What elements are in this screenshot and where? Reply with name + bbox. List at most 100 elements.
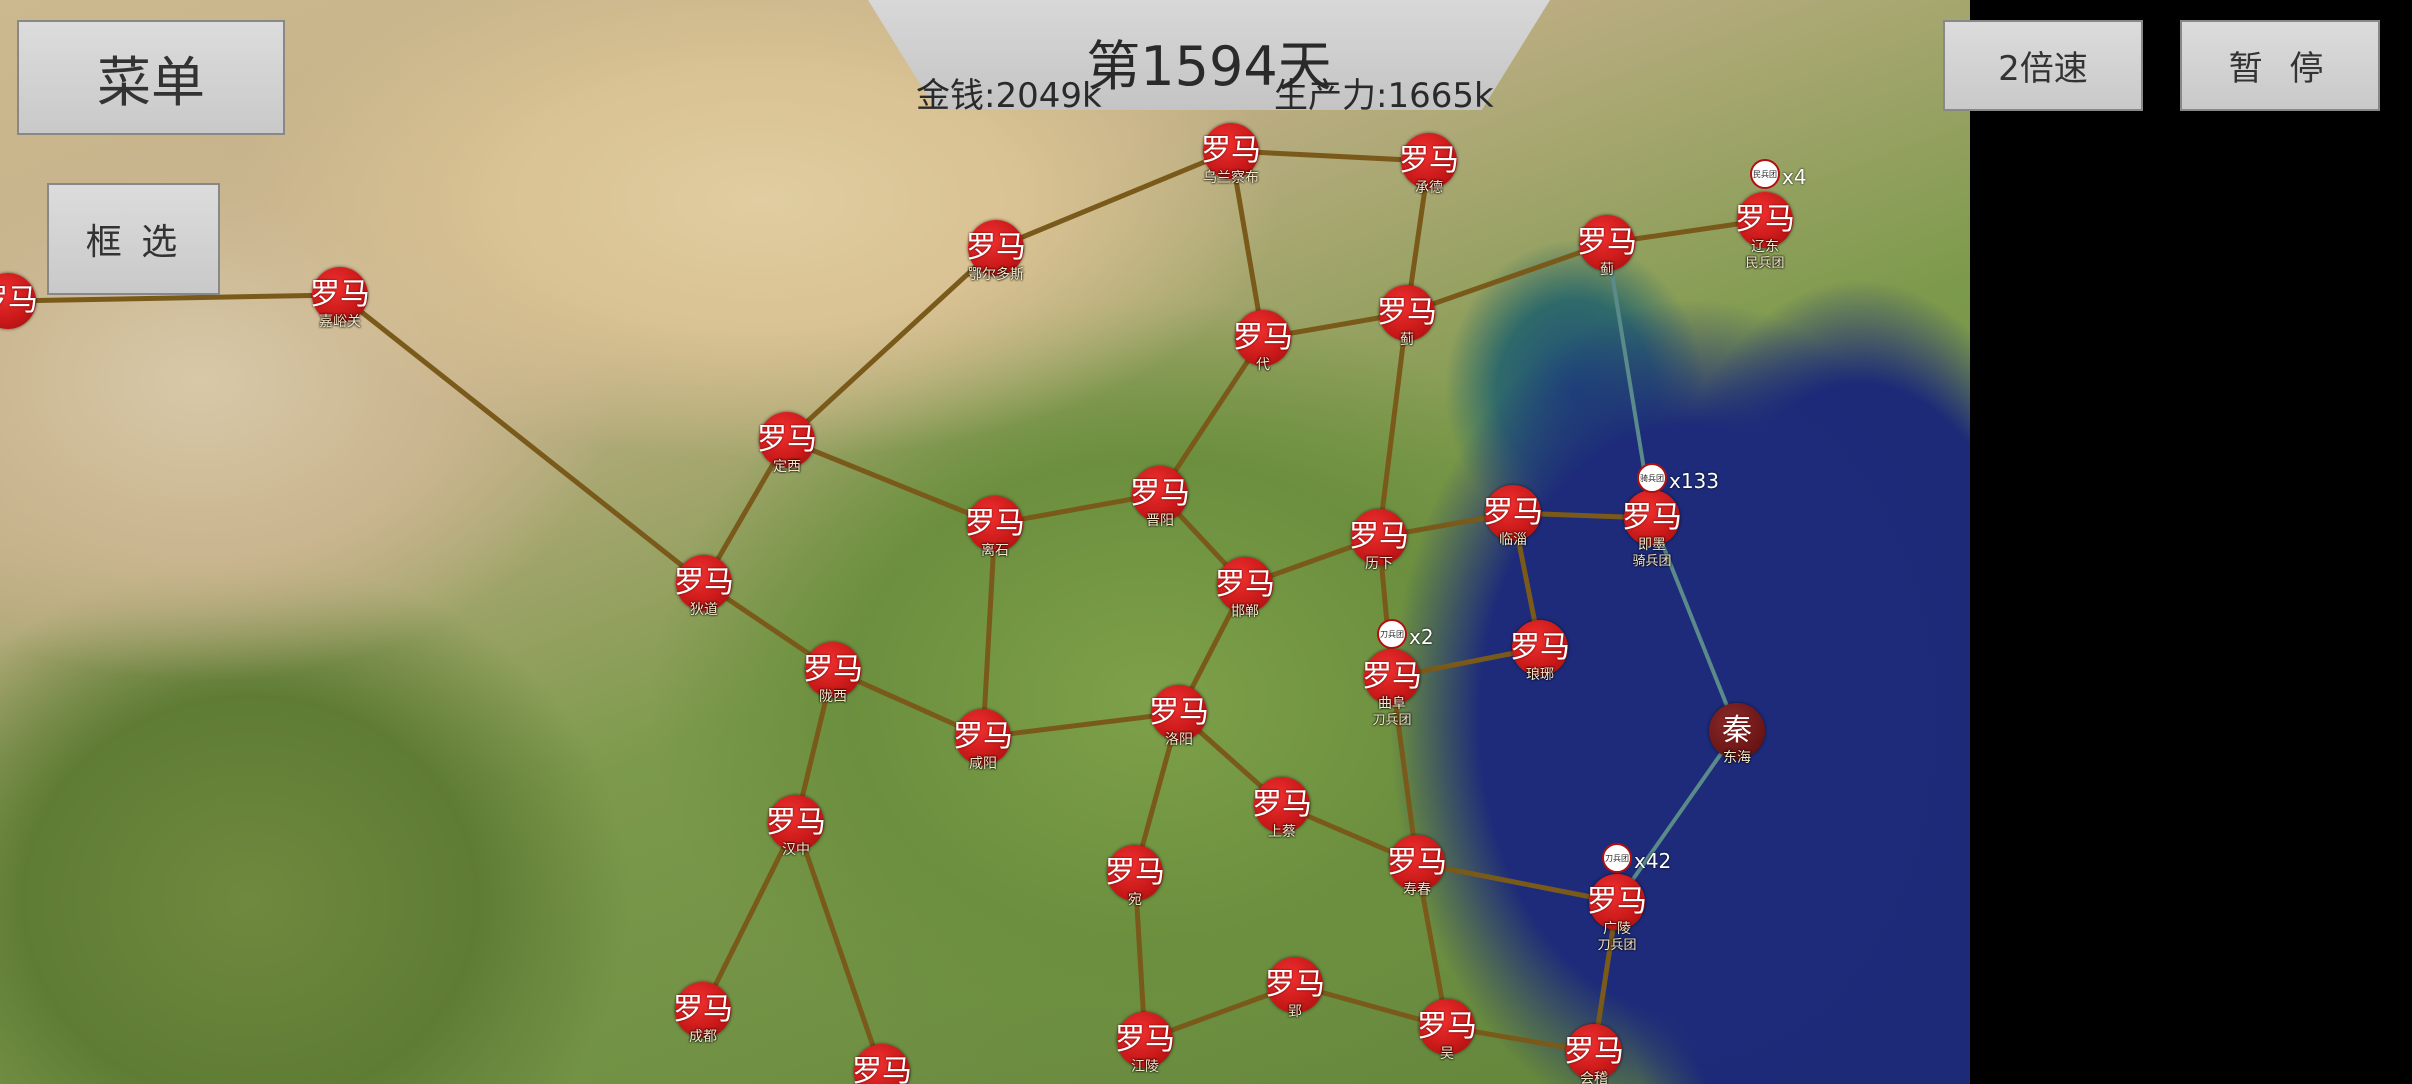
- land-route: [7, 292, 341, 304]
- city-owner-label: 罗马: [1564, 1034, 1624, 1069]
- army-token[interactable]: 民兵团 x4: [1750, 159, 1807, 189]
- box-select-button[interactable]: 框 选: [47, 183, 220, 295]
- city-marker[interactable]: 罗马 洛阳: [1149, 685, 1209, 748]
- city-name-label: 会稽: [1580, 1071, 1608, 1084]
- army-token[interactable]: 刀兵团 x42: [1602, 843, 1671, 873]
- city-owner-label: 罗马: [1130, 476, 1190, 511]
- city-marker[interactable]: 罗马 汉中: [766, 795, 826, 858]
- city-marker[interactable]: 罗马 陇西: [803, 642, 863, 705]
- city-marker[interactable]: 罗马 曲阜: [1362, 649, 1422, 712]
- city-name-label: 狄道: [690, 602, 718, 618]
- city-owner-label: 罗马: [1622, 500, 1682, 535]
- city-name-label: 江陵: [1131, 1059, 1159, 1075]
- city-marker[interactable]: 罗马宛: [1105, 845, 1165, 908]
- city-marker[interactable]: 罗马 晋阳: [1130, 466, 1190, 529]
- land-route: [995, 148, 1232, 251]
- land-route: [785, 246, 998, 442]
- city-owner-label: 罗马: [1215, 567, 1275, 602]
- army-flag-icon: 骑兵团: [1640, 473, 1664, 483]
- city-name-label: 蓟: [1400, 332, 1414, 348]
- city-marker[interactable]: 罗马 离石: [965, 496, 1025, 559]
- city-name-label: 陇西: [819, 689, 847, 705]
- city-name-label: 成都: [689, 1029, 717, 1045]
- city-garrison-label: 刀兵团: [1372, 713, 1412, 728]
- city-marker[interactable]: 罗马 会稽: [1564, 1024, 1624, 1084]
- army-count: x42: [1634, 849, 1672, 873]
- city-marker[interactable]: 罗马 嘉峪关: [310, 267, 370, 330]
- city-owner-label: 秦: [1722, 713, 1752, 748]
- city-owner-label: 罗马: [1349, 519, 1409, 554]
- city-owner-label: 罗马: [1399, 143, 1459, 178]
- city-name-label: 吴: [1440, 1046, 1454, 1062]
- army-flag-icon: 刀兵团: [1380, 629, 1404, 639]
- city-owner-label: 罗马: [674, 565, 734, 600]
- city-name-label: 嘉峪关: [319, 314, 361, 330]
- city-marker[interactable]: 罗马 成都: [673, 982, 733, 1045]
- city-name-label: 邯郸: [1231, 604, 1259, 620]
- army-flag-icon: 民兵团: [1753, 169, 1777, 179]
- money-counter: 金钱:2049k: [916, 76, 1102, 116]
- city-owner-label: 罗马: [1149, 695, 1209, 730]
- city-name-label: 鄂尔多斯: [968, 267, 1024, 283]
- city-name-label: 承德: [1415, 180, 1443, 196]
- city-marker[interactable]: 罗马 乌兰察布: [1201, 123, 1261, 186]
- pause-button[interactable]: 暂 停: [2180, 20, 2380, 111]
- city-owner-label: 罗马: [1362, 659, 1422, 694]
- city-marker[interactable]: 罗马 琅琊: [1510, 620, 1570, 683]
- city-marker[interactable]: 罗马 邯郸: [1215, 557, 1275, 620]
- city-owner-label: 罗马: [1483, 495, 1543, 530]
- city-owner-label: 罗马: [1587, 884, 1647, 919]
- city-marker[interactable]: 罗马 狄道: [674, 555, 734, 618]
- city-marker[interactable]: 秦东海: [1709, 703, 1765, 766]
- city-marker[interactable]: 罗马蓟: [1577, 215, 1637, 278]
- city-marker[interactable]: 罗马蓟: [1377, 285, 1437, 348]
- city-owner-label: 罗马: [803, 652, 863, 687]
- city-name-label: 离石: [981, 543, 1009, 559]
- city-name-label: 琅琊: [1526, 667, 1554, 683]
- city-name-label: 乌兰察布: [1203, 170, 1259, 186]
- city-name-label: 上蔡: [1268, 824, 1296, 840]
- city-owner-label: 罗马: [1201, 133, 1261, 168]
- city-marker[interactable]: 罗马郢: [1265, 957, 1325, 1020]
- city-marker[interactable]: 罗马 辽东: [1735, 192, 1795, 255]
- city-name-label: 宛: [1128, 892, 1142, 908]
- world-map[interactable]: 罗马乌兰察布罗马承德罗马鄂尔多斯罗马蓟罗马辽东罗马代罗马蓟罗马嘉峪关罗马罗马定西…: [0, 0, 1970, 1084]
- city-name-label: 临淄: [1499, 532, 1527, 548]
- city-marker[interactable]: 罗马 鄂尔多斯: [966, 220, 1026, 283]
- menu-button[interactable]: 菜单: [17, 20, 285, 135]
- city-owner-label: 罗马: [1233, 320, 1293, 355]
- city-owner-label: 罗马: [1387, 845, 1447, 880]
- city-marker[interactable]: 罗马 临淄: [1483, 485, 1543, 548]
- speed-button[interactable]: 2倍速: [1943, 20, 2143, 111]
- city-marker[interactable]: 罗马 上蔡: [1252, 777, 1312, 840]
- city-owner-label: 罗马: [766, 805, 826, 840]
- city-marker[interactable]: 罗马 广陵: [1587, 874, 1647, 937]
- army-count: x4: [1782, 165, 1807, 189]
- city-marker[interactable]: 罗马 承德: [1399, 133, 1459, 196]
- city-name-label: 定西: [773, 459, 801, 475]
- city-marker[interactable]: 罗马 历下: [1349, 509, 1409, 572]
- city-garrison-label: 民兵团: [1745, 256, 1785, 271]
- city-marker[interactable]: 罗马 定西: [757, 412, 817, 475]
- land-route: [786, 437, 996, 527]
- city-marker[interactable]: 罗马 即墨: [1622, 490, 1682, 553]
- city-marker[interactable]: 罗马吴: [1417, 999, 1477, 1062]
- city-marker[interactable]: 罗马 江陵: [1115, 1012, 1175, 1075]
- army-token[interactable]: 骑兵团 x133: [1637, 463, 1719, 493]
- city-name-label: 咸阳: [969, 756, 997, 772]
- army-token[interactable]: 刀兵团 x2: [1377, 619, 1434, 649]
- production-counter: 生产力:1665k: [1274, 76, 1494, 116]
- land-route: [338, 293, 706, 585]
- city-marker[interactable]: 罗马 咸阳: [953, 709, 1013, 772]
- city-marker[interactable]: 罗马代: [1233, 310, 1293, 373]
- city-name-label: 寿春: [1403, 882, 1431, 898]
- city-owner-label: 罗马: [0, 283, 38, 318]
- city-owner-label: 罗马: [1417, 1009, 1477, 1044]
- city-owner-label: 罗马: [1510, 630, 1570, 665]
- city-owner-label: 罗马: [310, 277, 370, 312]
- city-marker[interactable]: 罗马 寿春: [1387, 835, 1447, 898]
- city-owner-label: 罗马: [1265, 967, 1325, 1002]
- city-name-label: 历下: [1365, 556, 1393, 572]
- city-owner-label: 罗马: [1577, 225, 1637, 260]
- city-owner-label: 罗马: [757, 422, 817, 457]
